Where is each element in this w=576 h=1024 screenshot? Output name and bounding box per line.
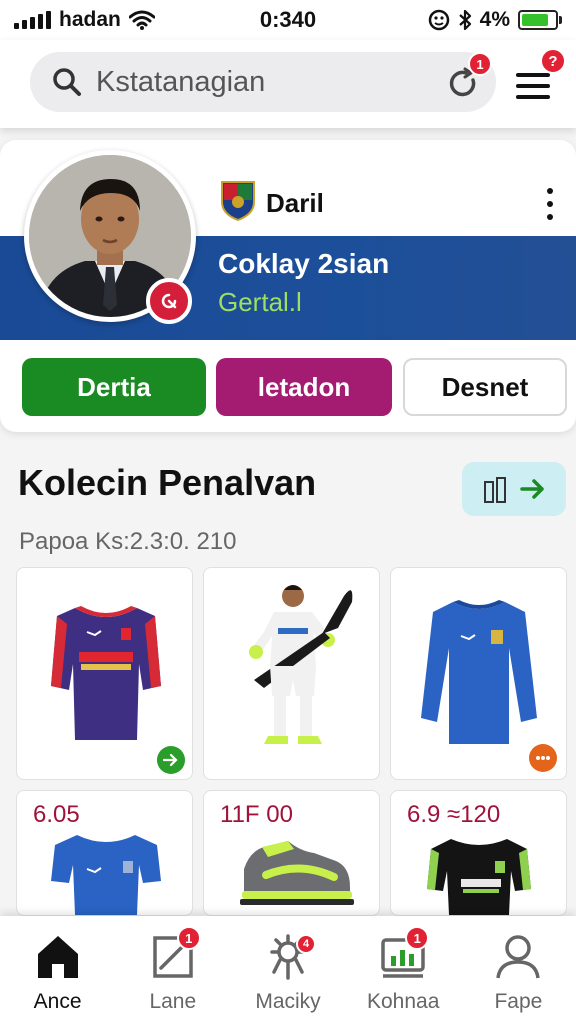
banner-subtitle: Gertal.l <box>218 287 302 317</box>
avatar-edit-button[interactable] <box>146 278 192 324</box>
profile-action-magenta-button[interactable]: letadon <box>216 358 392 416</box>
battery-percent: 4% <box>479 8 510 31</box>
app-header: Kstatanagian 1 ? <box>0 40 576 128</box>
chart-icon: 1 <box>379 926 430 980</box>
battery-icon <box>518 10 562 30</box>
nav-item-stats[interactable]: 1 Kohnaa <box>346 916 461 1024</box>
arrow-right-icon <box>520 479 544 499</box>
user-icon <box>494 932 542 980</box>
section-title: Kolecin Penalvan <box>18 462 317 503</box>
product-card-player-figure[interactable] <box>203 567 380 780</box>
banner-title: Coklay 2sian <box>218 248 390 279</box>
profile-action-outline-button[interactable]: Desnet <box>403 358 567 416</box>
product-card-blue-jersey[interactable]: 6.05 <box>16 790 193 916</box>
more-icon <box>536 756 550 760</box>
arrow-right-icon <box>163 753 178 767</box>
carrier-label: hadan <box>59 8 121 31</box>
more-options-button[interactable] <box>540 188 560 220</box>
bottom-nav: Ance 1 Lane 4 Maciky 1 Kohnaa Fape <box>0 916 576 1024</box>
face-icon <box>428 9 449 31</box>
nav-label: Maciky <box>255 990 321 1013</box>
product-action-button[interactable] <box>157 746 185 774</box>
product-card-purple-jersey[interactable] <box>16 567 193 780</box>
nav-item-home[interactable]: Ance <box>0 916 115 1024</box>
product-card-blue-long-sleeve-jersey[interactable] <box>390 567 567 780</box>
profile-action-green-button[interactable]: Dertia <box>22 358 206 416</box>
club-crest-icon <box>221 181 255 222</box>
gear-icon: 4 <box>264 932 316 980</box>
nav-item-profile[interactable]: Fape <box>461 916 576 1024</box>
product-card-black-jersey[interactable]: 6.9 ≈120 <box>390 790 567 916</box>
refresh-button[interactable]: 1 <box>446 52 492 100</box>
nav-badge: 4 <box>296 934 316 954</box>
wifi-icon <box>128 10 155 30</box>
refresh-icon <box>161 293 177 309</box>
nav-badge: 1 <box>176 926 201 950</box>
refresh-badge: 1 <box>468 52 492 76</box>
search-bar[interactable]: Kstatanagian 1 <box>30 52 496 112</box>
menu-badge: ? <box>540 48 566 74</box>
edit-icon: 1 <box>149 926 201 980</box>
product-price: 6.9 ≈120 <box>407 801 501 828</box>
profile-actions: Dertia letadon Desnet <box>22 358 567 416</box>
menu-button[interactable]: ? <box>516 48 566 102</box>
product-card-sneaker[interactable]: 11F 00 <box>203 790 380 916</box>
nav-label: Kohnaa <box>367 990 440 1013</box>
product-action-button[interactable] <box>529 744 557 772</box>
nav-label: Ance <box>33 990 82 1013</box>
nav-item-edit[interactable]: 1 Lane <box>115 916 230 1024</box>
section-meta: Papoa Ks:2.3:0. 210 <box>19 528 237 555</box>
home-icon <box>34 932 82 980</box>
product-price: 6.05 <box>33 801 80 828</box>
compare-icon <box>484 477 506 503</box>
product-price: 11F 00 <box>220 801 293 828</box>
nav-item-settings[interactable]: 4 Maciky <box>230 916 345 1024</box>
search-input[interactable]: Kstatanagian <box>96 66 265 99</box>
signal-icon <box>14 11 51 29</box>
bluetooth-icon <box>458 9 471 31</box>
nav-label: Lane <box>149 990 197 1013</box>
section-see-all-button[interactable] <box>462 462 566 516</box>
status-bar: hadan 0:340 4% <box>0 0 576 40</box>
profile-name: Daril <box>266 188 324 218</box>
player-image <box>249 585 353 744</box>
profile-card: Daril Coklay 2sian Gertal.l Dertia letad… <box>0 140 576 432</box>
search-icon <box>53 68 81 96</box>
nav-label: Fape <box>494 990 543 1013</box>
